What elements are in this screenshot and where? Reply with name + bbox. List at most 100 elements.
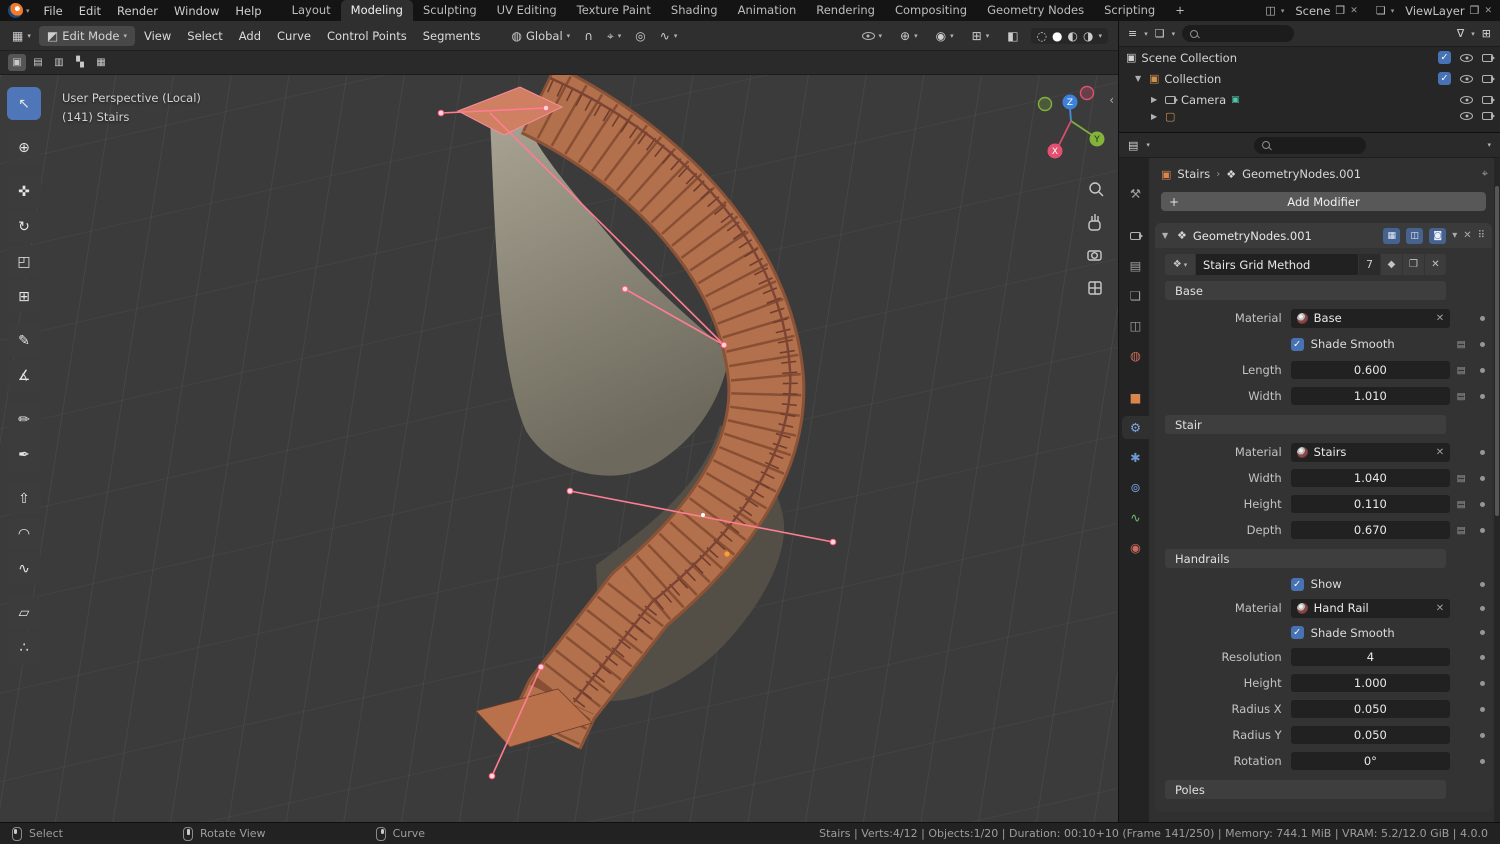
add-modifier-button[interactable]: + Add Modifier <box>1161 192 1486 211</box>
animate-dot[interactable] <box>1480 316 1485 321</box>
chevron-down-icon[interactable]: ▾ <box>1487 141 1491 149</box>
node-group-users-count[interactable]: 7 <box>1359 254 1380 275</box>
select-mode-invert[interactable]: ▚ <box>71 54 89 71</box>
tab-physics[interactable]: ⊚ <box>1122 476 1149 499</box>
stair-height-field[interactable]: 0.110 <box>1291 495 1451 513</box>
animate-dot[interactable] <box>1480 342 1485 347</box>
tab-shading[interactable]: Shading <box>661 0 728 21</box>
breadcrumb-object[interactable]: Stairs <box>1177 167 1210 181</box>
move-view-hand-icon[interactable] <box>1089 214 1100 230</box>
shade-smooth-checkbox[interactable]: ✓ <box>1291 338 1304 351</box>
outliner-editor-icon[interactable]: ≡ <box>1128 27 1137 40</box>
filter-icon[interactable]: ∇ <box>1457 27 1464 40</box>
eye-icon[interactable] <box>1460 54 1473 62</box>
tool-rotate[interactable]: ↻ <box>7 210 41 243</box>
animate-dot[interactable] <box>1480 655 1485 660</box>
animate-dot[interactable] <box>1480 582 1485 587</box>
shading-solid-icon[interactable]: ● <box>1052 30 1062 42</box>
shading-wireframe-icon[interactable]: ◌ <box>1037 30 1047 42</box>
viewport-region-dropdown[interactable]: ⊞▾ <box>966 26 996 46</box>
chevron-down-icon[interactable]: ▾ <box>1172 30 1176 38</box>
menu-segments[interactable]: Segments <box>416 25 488 47</box>
tab-object[interactable]: ■ <box>1122 386 1149 409</box>
tab-rendering[interactable]: Rendering <box>806 0 885 21</box>
tab-texture-paint[interactable]: Texture Paint <box>567 0 661 21</box>
expand-arrow-icon[interactable]: ▶ <box>1151 95 1160 104</box>
stair-width-field[interactable]: 1.040 <box>1291 469 1451 487</box>
tab-modeling[interactable]: Modeling <box>341 0 413 21</box>
new-collection-icon[interactable]: ⊞ <box>1482 27 1491 40</box>
modifier-name-field[interactable]: GeometryNodes.001 <box>1193 229 1377 243</box>
tab-animation[interactable]: Animation <box>728 0 807 21</box>
proportional-falloff-dropdown[interactable]: ∿▾ <box>654 26 684 46</box>
animate-dot[interactable] <box>1480 707 1485 712</box>
handrails-radius-x-field[interactable]: 0.050 <box>1291 700 1451 718</box>
display-editmode-toggle[interactable]: ▦ <box>1383 228 1400 244</box>
expand-arrow-icon[interactable]: ▼ <box>1135 74 1144 83</box>
outliner-search-input[interactable] <box>1182 25 1294 42</box>
scene-name[interactable]: Scene <box>1295 4 1330 18</box>
viewlayer-browse-icon[interactable]: ▾ <box>1391 7 1395 15</box>
stair-material-selector[interactable]: Stairs ✕ <box>1291 443 1451 462</box>
unlink-node-group-icon[interactable]: ✕ <box>1425 254 1446 275</box>
outliner-row-clipped[interactable]: ▶ ▢ <box>1119 110 1500 122</box>
camera-visibility-icon[interactable] <box>1482 75 1493 83</box>
add-workspace-button[interactable]: + <box>1165 0 1195 21</box>
gizmos-dropdown[interactable]: ⊕▾ <box>894 26 924 46</box>
input-attribute-toggle-icon[interactable]: ▤ <box>1450 499 1472 510</box>
animate-dot[interactable] <box>1480 502 1485 507</box>
unlink-scene-icon[interactable]: ✕ <box>1350 6 1358 16</box>
tab-sculpting[interactable]: Sculpting <box>413 0 487 21</box>
gizmo-axis-neg-x[interactable] <box>1081 87 1094 100</box>
tool-annotate[interactable]: ✎ <box>7 324 41 357</box>
viewport-canvas[interactable]: Z Y X <box>0 75 1118 822</box>
tool-move[interactable]: ✜ <box>7 175 41 208</box>
menu-view[interactable]: View <box>137 25 178 47</box>
tab-object-data[interactable]: ∿ <box>1122 506 1149 529</box>
outliner-display-mode-icon[interactable]: ❏ <box>1155 27 1165 40</box>
viewlayer-name[interactable]: ViewLayer <box>1405 4 1464 18</box>
menu-window[interactable]: Window <box>166 2 227 20</box>
select-mode-subtract[interactable]: ▥ <box>50 54 68 71</box>
snap-settings-dropdown[interactable]: ⌖▾ <box>601 26 627 46</box>
properties-search-input[interactable] <box>1254 137 1366 154</box>
tool-curve-pen[interactable]: ✒ <box>7 438 41 471</box>
shade-smooth-checkbox[interactable]: ✓ <box>1291 626 1304 639</box>
show-checkbox[interactable]: ✓ <box>1291 578 1304 591</box>
select-mode-new[interactable]: ▣ <box>8 54 26 71</box>
close-icon[interactable]: ✕ <box>1463 230 1471 241</box>
eye-icon[interactable] <box>1460 75 1473 83</box>
section-poles[interactable]: Poles <box>1165 780 1446 799</box>
proportional-editing-toggle[interactable]: ◎ <box>629 26 651 46</box>
tab-output[interactable]: ▤ <box>1122 254 1149 277</box>
browse-node-group-button[interactable]: ❖▾ <box>1165 254 1195 275</box>
menu-render[interactable]: Render <box>109 2 166 20</box>
show-object-types-dropdown[interactable]: ▾ <box>856 28 889 44</box>
camera-view-icon[interactable] <box>1088 251 1101 260</box>
tab-render[interactable] <box>1122 224 1149 247</box>
properties-editor-icon[interactable]: ▤ <box>1128 139 1138 152</box>
menu-curve[interactable]: Curve <box>270 25 318 47</box>
collection-checkbox[interactable]: ✓ <box>1438 72 1451 85</box>
zoom-icon[interactable] <box>1090 183 1103 196</box>
sidebar-toggle-icon[interactable]: ‹ <box>1109 93 1114 107</box>
handrails-height-field[interactable]: 1.000 <box>1291 674 1451 692</box>
scene-browse-icon[interactable]: ▾ <box>1281 7 1285 15</box>
chevron-down-icon[interactable]: ▾ <box>1144 30 1148 38</box>
tab-compositing[interactable]: Compositing <box>885 0 977 21</box>
new-scene-icon[interactable]: ❐ <box>1335 4 1345 17</box>
tab-tool[interactable]: ⚒ <box>1122 182 1149 205</box>
animate-dot[interactable] <box>1480 733 1485 738</box>
tool-randomize[interactable]: ∴ <box>7 631 41 664</box>
animate-dot[interactable] <box>1480 759 1485 764</box>
tool-measure[interactable]: ∡ <box>7 359 41 392</box>
shading-options-icon[interactable]: ▾ <box>1098 32 1102 40</box>
new-viewlayer-icon[interactable]: ❐ <box>1470 4 1480 17</box>
properties-scrollbar[interactable] <box>1494 158 1500 822</box>
tool-transform[interactable]: ⊞ <box>7 280 41 313</box>
expand-arrow-icon[interactable]: ▶ <box>1151 112 1160 121</box>
outliner-row-scene-collection[interactable]: ▣ Scene Collection ✓ <box>1119 47 1500 68</box>
animate-dot[interactable] <box>1480 528 1485 533</box>
pin-icon[interactable]: ⌖ <box>1482 167 1488 181</box>
input-attribute-toggle-icon[interactable]: ▤ <box>1450 365 1472 376</box>
